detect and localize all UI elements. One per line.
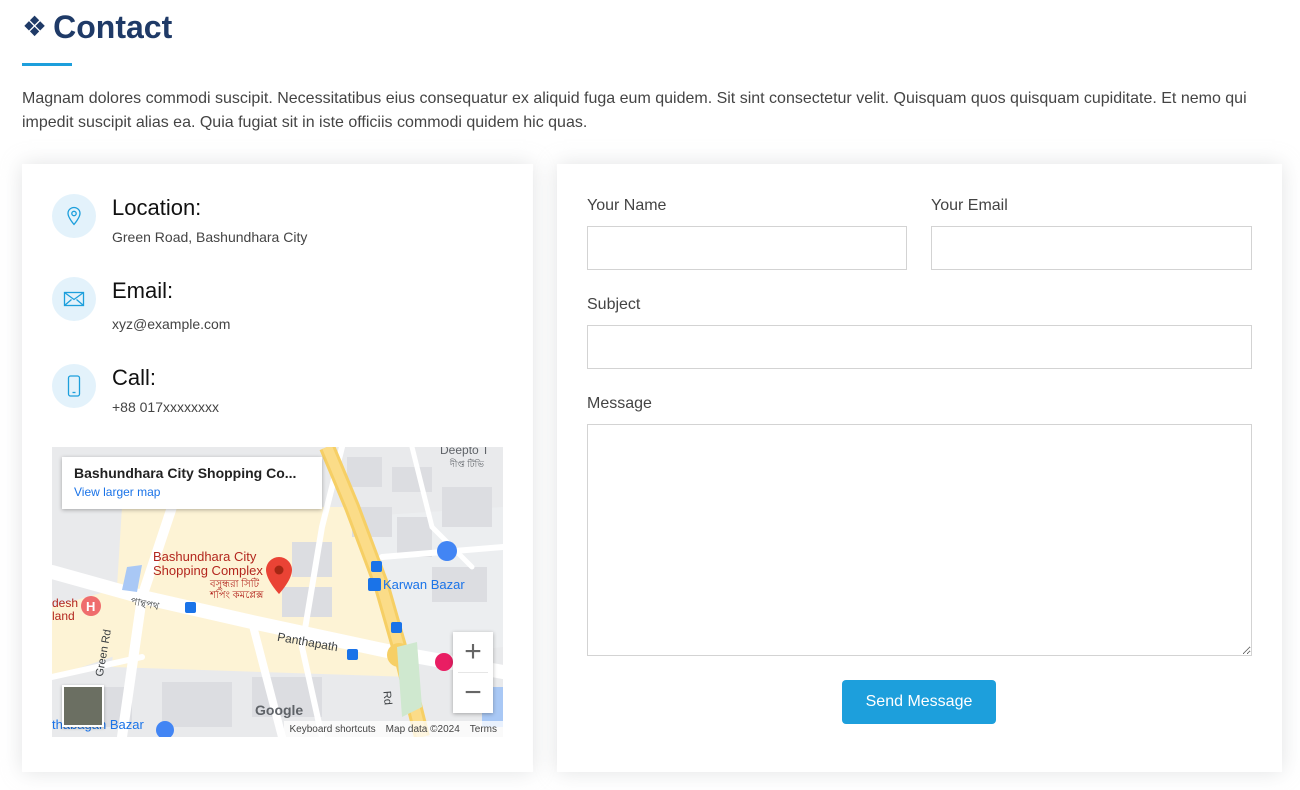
location-title: Location: [112, 195, 202, 220]
name-label: Your Name [587, 197, 667, 214]
keyboard-shortcuts-link[interactable]: Keyboard shortcuts [290, 724, 376, 735]
page-title: Contact [53, 9, 173, 45]
map-data-text: Map data ©2024 [385, 723, 460, 735]
subject-label: Subject [587, 296, 641, 313]
email-text: xyz@example.com [112, 316, 231, 332]
message-textarea[interactable] [587, 424, 1252, 656]
call-text: +88 017xxxxxxxx [112, 399, 219, 415]
map-attribution: Keyboard shortcuts Map data ©2024 Terms [283, 721, 503, 737]
name-input[interactable] [587, 226, 907, 270]
email-title: Email: [112, 278, 174, 303]
section-title: ❖ Contact [22, 8, 172, 46]
location-text: Green Road, Bashundhara City [112, 229, 308, 245]
terms-link[interactable]: Terms [470, 724, 497, 735]
phone-icon [52, 364, 96, 408]
email-input[interactable] [931, 226, 1252, 270]
map-pin-icon [52, 194, 96, 238]
svg-text:H: H [86, 599, 95, 614]
map-label-karwan-bazar: Karwan Bazar [383, 577, 465, 592]
map-label-marker: Bashundhara City Shopping Complex [153, 549, 263, 578]
map-label-deepto: Deepto T [440, 447, 490, 457]
diamond-icon: ❖ [22, 11, 48, 42]
satellite-toggle[interactable] [62, 685, 104, 727]
zoom-in-button[interactable]: + [453, 632, 493, 672]
intro-text: Magnam dolores commodi suscipit. Necessi… [22, 90, 1247, 131]
map-zoom-controls: + − [453, 632, 493, 713]
google-logo: Google [255, 702, 304, 718]
send-message-button[interactable]: Send Message [842, 680, 996, 724]
call-title: Call: [112, 365, 157, 390]
contact-form-card: Your Name Your Email Subject Message Sen… [557, 164, 1282, 772]
envelope-icon [52, 277, 96, 321]
map-place-card: Bashundhara City Shopping Co... View lar… [62, 457, 322, 509]
map-label-deepto-bn: দীপ্ত টিভি [450, 459, 484, 469]
view-larger-map-link[interactable]: View larger map [74, 485, 310, 499]
email-label: Your Email [931, 197, 1008, 214]
map-place-name: Bashundhara City Shopping Co... [74, 465, 297, 481]
map-label-hospital: desh land [52, 596, 79, 623]
contact-info-card: Location: Green Road, Bashundhara City E… [22, 164, 533, 772]
zoom-out-button[interactable]: − [453, 673, 493, 713]
subject-input[interactable] [587, 325, 1252, 369]
embedded-map[interactable]: H Bashundhara City Shopping Complex বসুন… [52, 447, 503, 737]
map-label-marker-bn: বসুন্ধরা সিটি শপিং কমপ্লেক্স [210, 579, 264, 601]
message-label: Message [587, 395, 652, 412]
map-label-rd: Rd [380, 690, 394, 706]
title-underline [22, 63, 72, 66]
